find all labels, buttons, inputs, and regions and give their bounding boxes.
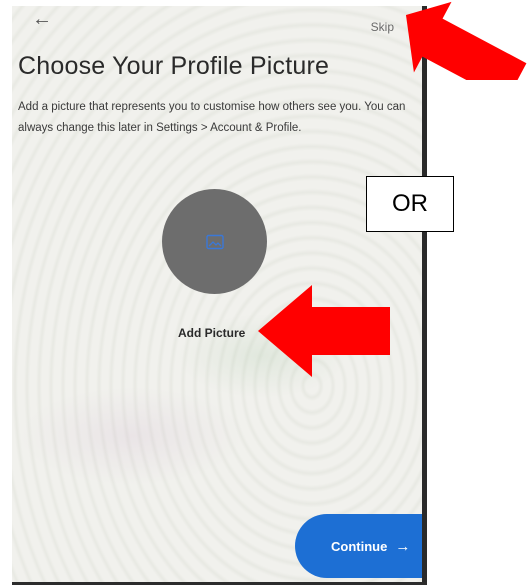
or-label: OR <box>392 190 428 217</box>
continue-button[interactable]: Continue → <box>295 514 422 578</box>
back-arrow-icon[interactable]: ← <box>32 8 52 31</box>
profile-picture-placeholder[interactable] <box>162 189 267 294</box>
skip-button[interactable]: Skip <box>371 20 394 34</box>
arrow-right-icon: → <box>395 537 411 555</box>
red-arrow-icon <box>258 285 390 377</box>
image-icon <box>205 234 224 249</box>
add-picture-button[interactable]: Add Picture <box>178 326 245 340</box>
continue-label: Continue <box>331 538 388 554</box>
red-arrow-icon <box>405 1 527 80</box>
device-bezel <box>422 6 427 585</box>
page-title: Choose Your Profile Picture <box>18 52 330 80</box>
or-annotation: OR <box>366 176 454 232</box>
page-description: Add a picture that represents you to cus… <box>18 101 406 134</box>
